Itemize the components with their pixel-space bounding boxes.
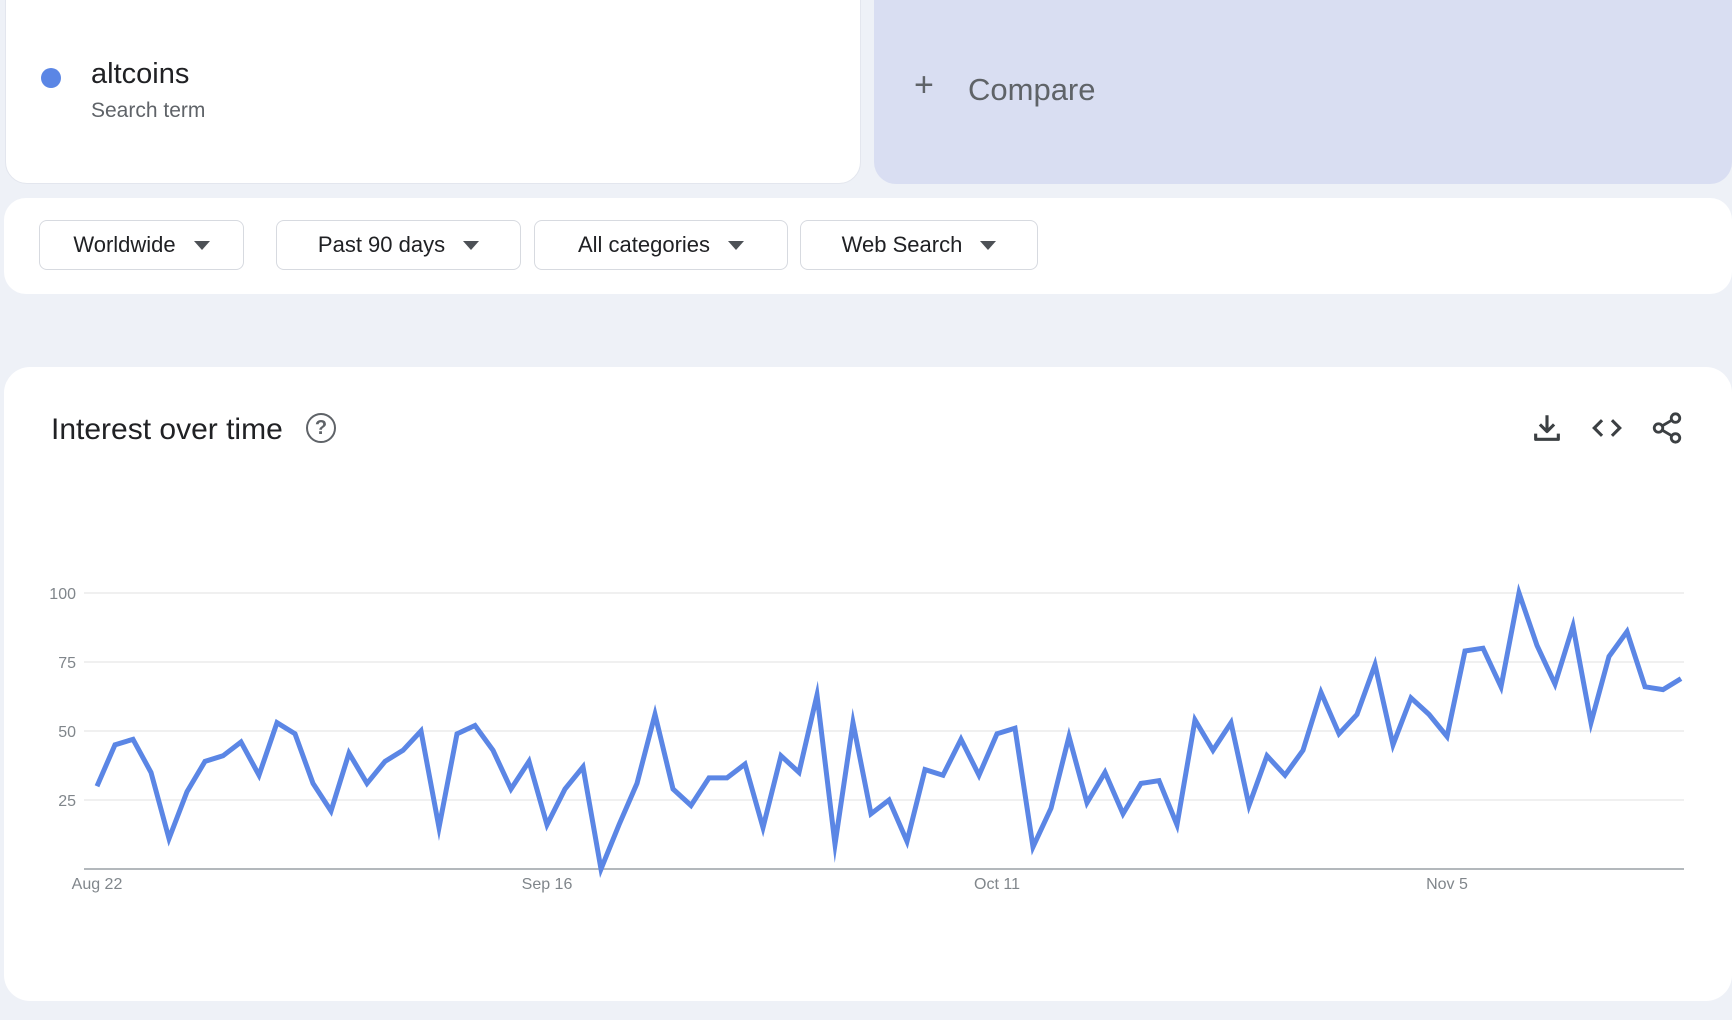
y-tick-label: 100 bbox=[49, 586, 76, 603]
y-tick-label: 75 bbox=[58, 655, 76, 672]
filters-bar: Worldwide Past 90 days All categories We… bbox=[4, 198, 1732, 294]
x-tick-label: Sep 16 bbox=[522, 876, 573, 893]
search-term-name[interactable]: altcoins bbox=[91, 58, 189, 91]
category-dropdown[interactable]: All categories bbox=[534, 220, 788, 270]
compare-button[interactable]: + Compare bbox=[874, 0, 1732, 184]
chevron-down-icon bbox=[463, 240, 480, 250]
chevron-down-icon bbox=[728, 240, 745, 250]
search-type-dropdown[interactable]: Web Search bbox=[800, 220, 1038, 270]
region-dropdown-label: Worldwide bbox=[73, 232, 176, 257]
region-dropdown[interactable]: Worldwide bbox=[39, 220, 244, 270]
y-tick-label: 50 bbox=[58, 724, 76, 741]
time-range-dropdown[interactable]: Past 90 days bbox=[276, 220, 521, 270]
chevron-down-icon bbox=[980, 240, 997, 250]
x-tick-label: Oct 11 bbox=[974, 876, 1020, 893]
series-color-dot bbox=[41, 68, 61, 88]
search-type-dropdown-label: Web Search bbox=[841, 232, 963, 257]
time-range-dropdown-label: Past 90 days bbox=[317, 232, 446, 257]
chevron-down-icon bbox=[193, 240, 210, 250]
line-chart[interactable]: 25 50 75 100 Aug 22 Sep 16 Oct 11 Nov 5 bbox=[4, 367, 1732, 1001]
search-term-card[interactable]: altcoins Search term bbox=[5, 0, 861, 184]
x-tick-label: Aug 22 bbox=[72, 876, 123, 893]
search-term-type: Search term bbox=[91, 99, 206, 122]
y-tick-label: 25 bbox=[58, 793, 76, 810]
category-dropdown-label: All categories bbox=[577, 232, 711, 257]
compare-label: Compare bbox=[968, 72, 1096, 107]
plus-icon: + bbox=[914, 66, 934, 104]
x-tick-label: Nov 5 bbox=[1426, 876, 1468, 893]
interest-over-time-panel: Interest over time ? 25 50 75 100 Aug 22 Sep … bbox=[4, 367, 1732, 1001]
